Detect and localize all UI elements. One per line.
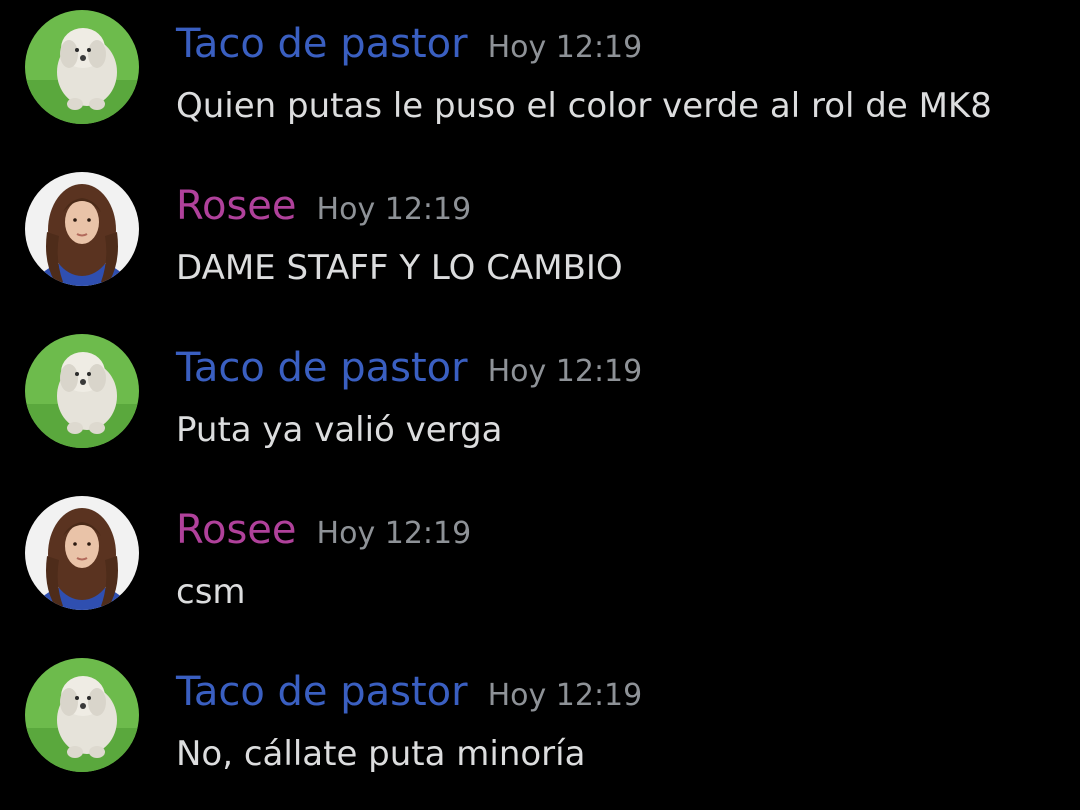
message-content: csm [176, 572, 246, 612]
chat-message: Taco de pastor Hoy 12:19 No, cállate put… [0, 648, 1080, 798]
dog-avatar[interactable] [25, 10, 139, 124]
chat-message: Rosee Hoy 12:19 csm [0, 486, 1080, 636]
message-content: Puta ya valió verga [176, 410, 503, 450]
message-content: DAME STAFF Y LO CAMBIO [176, 248, 623, 288]
username[interactable]: Rosee [176, 176, 297, 236]
message-header: Taco de pastor Hoy 12:19 [176, 14, 642, 74]
timestamp: Hoy 12:19 [487, 354, 643, 389]
message-header: Rosee Hoy 12:19 [176, 176, 471, 236]
timestamp: Hoy 12:19 [487, 30, 643, 65]
timestamp: Hoy 12:19 [316, 192, 472, 227]
username[interactable]: Taco de pastor [176, 14, 468, 74]
girl-avatar[interactable] [25, 172, 139, 286]
dog-avatar[interactable] [25, 334, 139, 448]
username[interactable]: Taco de pastor [176, 338, 468, 398]
chat-message: Taco de pastor Hoy 12:19 Quien putas le … [0, 0, 1080, 150]
message-header: Taco de pastor Hoy 12:19 [176, 338, 642, 398]
chat-message-list: Taco de pastor Hoy 12:19 Quien putas le … [0, 0, 1080, 810]
chat-message: Taco de pastor Hoy 12:19 Puta ya valió v… [0, 324, 1080, 474]
message-content: No, cállate puta minoría [176, 734, 586, 774]
message-header: Rosee Hoy 12:19 [176, 500, 471, 560]
dog-avatar[interactable] [25, 658, 139, 772]
timestamp: Hoy 12:19 [487, 678, 643, 713]
username[interactable]: Rosee [176, 500, 297, 560]
chat-message: Rosee Hoy 12:19 DAME STAFF Y LO CAMBIO [0, 162, 1080, 312]
username[interactable]: Taco de pastor [176, 662, 468, 722]
message-header: Taco de pastor Hoy 12:19 [176, 662, 642, 722]
timestamp: Hoy 12:19 [316, 516, 472, 551]
message-content: Quien putas le puso el color verde al ro… [176, 86, 992, 126]
girl-avatar[interactable] [25, 496, 139, 610]
